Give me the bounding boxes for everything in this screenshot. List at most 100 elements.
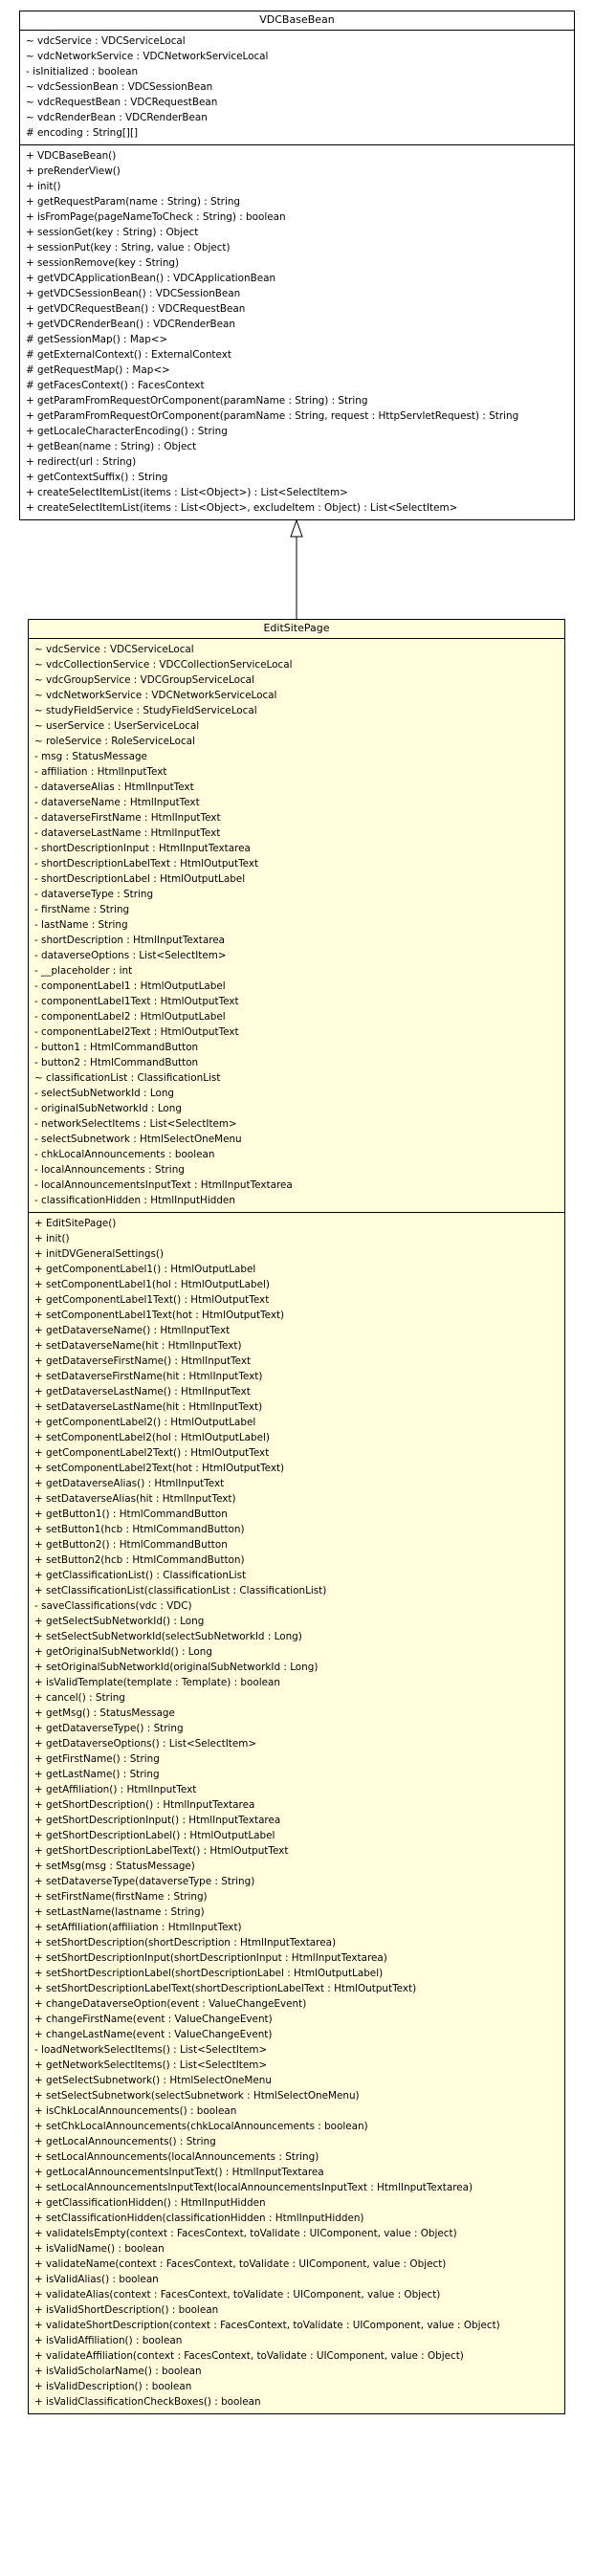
operation-row: + getDataverseOptions() : List<SelectIte… [34,1738,257,1750]
operation-row: + getSelectSubNetworkId() : Long [34,1616,205,1627]
attribute-row: - dataverseName : HtmlInputText [34,797,200,808]
attribute-row: ~ vdcRenderBean : VDCRenderBean [26,112,208,123]
operation-row: + sessionGet(key : String) : Object [26,227,199,238]
operation-row: + VDCBaseBean() [26,150,117,162]
operation-row: + changeDataverseOption(event : ValueCha… [34,1998,307,2010]
attribute-row: - selectSubNetworkId : Long [34,1088,174,1099]
operation-row: + createSelectItemList(items : List<Obje… [26,502,458,514]
operation-row: + getVDCApplicationBean() : VDCApplicati… [26,273,276,284]
generalization-arrowhead [290,518,303,538]
operation-row: + setSelectSubnetwork(selectSubnetwork :… [34,2090,360,2102]
operation-row: + setButton2(hcb : HtmlCommandButton) [34,1554,245,1566]
operation-row: + setButton1(hcb : HtmlCommandButton) [34,1524,245,1535]
operation-row: + isFromPage(pageNameToCheck : String) :… [26,211,286,223]
operation-row: + getComponentLabel2Text() : HtmlOutputT… [34,1447,270,1459]
operation-row: + setClassificationList(classificationLi… [34,1585,327,1596]
operation-row: + setDataverseType(dataverseType : Strin… [34,1876,255,1887]
operation-row: + setLocalAnnouncements(localAnnouncemen… [34,2151,319,2163]
attribute-row: - isInitialized : boolean [26,66,139,77]
operation-row: + getDataverseLastName() : HtmlInputText [34,1386,251,1398]
operation-row: + getParamFromRequestOrComponent(paramNa… [26,410,519,422]
attribute-row: - shortDescriptionInput : HtmlInputTexta… [34,843,251,854]
attribute-row: - componentLabel2 : HtmlOutputLabel [34,1011,226,1023]
operation-row: + setShortDescriptionLabelText(shortDesc… [34,1983,417,1994]
operation-row: + setComponentLabel1Text(hot : HtmlOutpu… [34,1310,285,1321]
operation-row: + getVDCRenderBean() : VDCRenderBean [26,319,235,330]
operation-row: + getShortDescription() : HtmlInputTexta… [34,1799,255,1811]
operation-row: + setShortDescription(shortDescription :… [34,1937,337,1949]
operation-row: + init() [26,181,61,192]
attribute-row: ~ userService : UserServiceLocal [34,720,200,732]
class-title: VDCBaseBean [20,11,574,31]
operation-row: + setFirstName(firstName : String) [34,1891,208,1903]
operation-row: + getLocalAnnouncementsInputText() : Htm… [34,2167,324,2178]
operation-row: + setDataverseName(hit : HtmlInputText) [34,1340,242,1352]
operation-row: + setDataverseLastName(hit : HtmlInputTe… [34,1401,263,1413]
attribute-row: ~ vdcNetworkService : VDCNetworkServiceL… [26,51,269,62]
operation-row: + getLocaleCharacterEncoding() : String [26,426,228,437]
operation-row: + setLastName(lastname : String) [34,1906,205,1918]
operation-row: + getButton2() : HtmlCommandButton [34,1539,228,1551]
operation-row: # getRequestMap() : Map<> [26,364,170,376]
attribute-row: ~ vdcCollectionService : VDCCollectionSe… [34,659,293,671]
attribute-row: ~ vdcNetworkService : VDCNetworkServiceL… [34,690,277,701]
operation-row: + isValidScholarName() : boolean [34,2366,202,2377]
operation-row: + setShortDescriptionInput(shortDescript… [34,1952,387,1964]
operation-row: + getClassificationHidden() : HtmlInputH… [34,2197,266,2209]
attribute-row: - componentLabel1Text : HtmlOutputText [34,996,239,1007]
operation-row: + getShortDescriptionInput() : HtmlInput… [34,1815,281,1826]
attribute-row: - button1 : HtmlCommandButton [34,1042,199,1053]
attribute-row: - firstName : String [34,904,130,915]
operation-row: + getDataverseType() : String [34,1723,184,1734]
operation-row: # getSessionMap() : Map<> [26,334,168,345]
operation-row: + getLocalAnnouncements() : String [34,2136,216,2147]
operation-row: + validateShortDescription(context : Fac… [34,2320,500,2331]
attribute-row: ~ roleService : RoleServiceLocal [34,736,195,747]
operation-row: + isValidName() : boolean [34,2243,165,2255]
operation-row: + sessionRemove(key : String) [26,257,180,269]
operation-row: + isValidTemplate(template : Template) :… [34,1677,280,1688]
operation-row: + setDataverseAlias(hit : HtmlInputText) [34,1493,236,1505]
operation-row: + sessionPut(key : String, value : Objec… [26,242,231,253]
class-title: EditSitePage [29,620,564,639]
attribute-row: ~ classificationList : ClassificationLis… [34,1072,221,1084]
operation-row: + getComponentLabel1Text() : HtmlOutputT… [34,1294,270,1306]
attributes-compartment: ~ vdcService : VDCServiceLocal ~ vdcColle… [29,639,564,1212]
operation-row: + getParamFromRequestOrComponent(paramNa… [26,395,368,407]
operation-row: + getLastName() : String [34,1769,160,1780]
attribute-row: ~ vdcService : VDCServiceLocal [26,35,186,47]
operation-row: + setChkLocalAnnouncements(chkLocalAnnou… [34,2121,368,2132]
operation-row: + getDataverseAlias() : HtmlInputText [34,1478,225,1489]
operation-row: + changeLastName(event : ValueChangeEven… [34,2029,273,2040]
attribute-row: - msg : StatusMessage [34,751,147,762]
operation-row: + validateAlias(context : FacesContext, … [34,2289,441,2301]
operation-row: + createSelectItemList(items : List<Obje… [26,487,348,498]
operation-row: + getDataverseName() : HtmlInputText [34,1325,231,1336]
attribute-row: - chkLocalAnnouncements : boolean [34,1149,215,1160]
operation-row: + isValidShortDescription() : boolean [34,2304,219,2316]
attribute-row: - componentLabel2Text : HtmlOutputText [34,1026,239,1038]
operation-row: + getNetworkSelectItems() : List<SelectI… [34,2059,268,2071]
operation-row: + getShortDescriptionLabelText() : HtmlO… [34,1845,289,1857]
operation-row: + validateName(context : FacesContext, t… [34,2258,447,2270]
operation-row: + isValidAlias() : boolean [34,2274,159,2285]
operation-row: + preRenderView() [26,165,121,177]
operation-row: + getRequestParam(name : String) : Strin… [26,196,241,208]
operation-row: + setClassificationHidden(classification… [34,2213,364,2224]
attribute-row: - dataverseFirstName : HtmlInputText [34,812,221,824]
attribute-row: - dataverseAlias : HtmlInputText [34,782,194,793]
attribute-row: ~ vdcService : VDCServiceLocal [34,644,194,655]
operation-row: + cancel() : String [34,1692,125,1704]
operation-row: + getComponentLabel2() : HtmlOutputLabel [34,1417,256,1428]
operation-row: + setOriginalSubNetworkId(originalSubNet… [34,1662,319,1673]
operation-row: + setSelectSubNetworkId(selectSubNetwork… [34,1631,302,1642]
operation-row: + getButton1() : HtmlCommandButton [34,1508,228,1520]
operation-row: + changeFirstName(event : ValueChangeEve… [34,2014,273,2025]
operation-row: + getVDCSessionBean() : VDCSessionBean [26,288,241,299]
attribute-row: - shortDescriptionLabel : HtmlOutputLabe… [34,873,246,885]
operation-row: + validateAffiliation(context : FacesCon… [34,2350,464,2362]
operations-compartment: + VDCBaseBean() + preRenderView() + init()… [20,144,574,519]
attribute-row: - dataverseOptions : List<SelectItem> [34,950,227,961]
operation-row: + getMsg() : StatusMessage [34,1707,175,1719]
attribute-row: - originalSubNetworkId : Long [34,1103,182,1114]
